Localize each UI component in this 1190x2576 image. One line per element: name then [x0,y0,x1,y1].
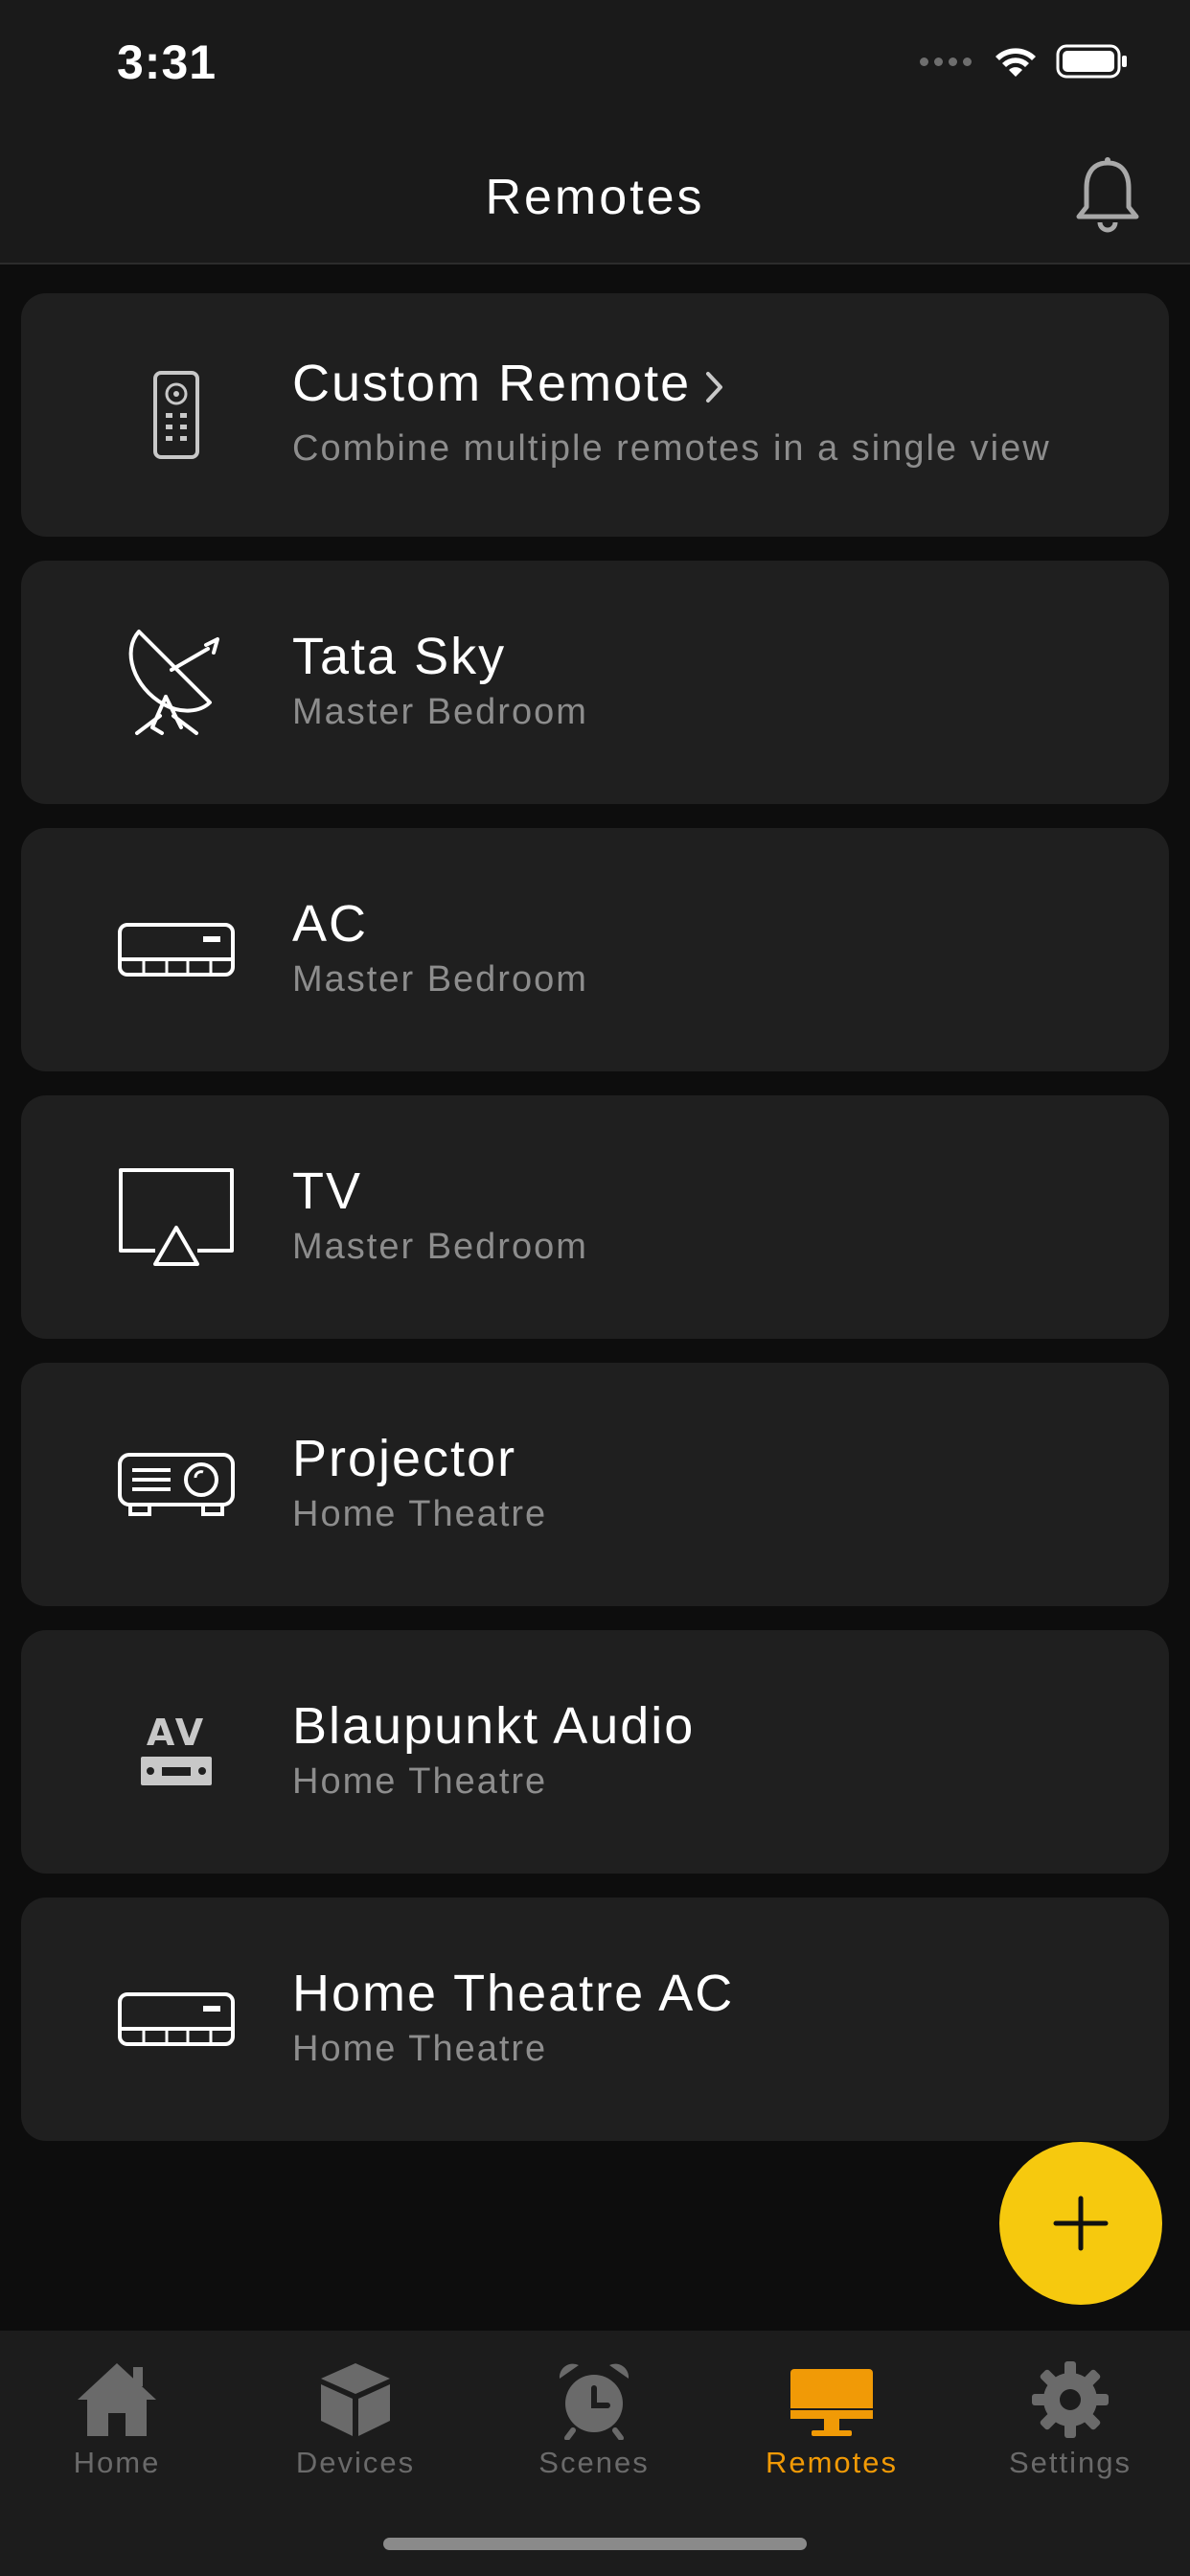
monitor-icon [790,2369,873,2436]
cube-icon [321,2363,390,2436]
remote-card-ac[interactable]: AC Master Bedroom [21,828,1169,1071]
tab-label: Devices [295,2446,416,2479]
chevron-right-icon [706,371,723,402]
remote-card-custom-remote[interactable]: Custom Remote Combine multiple remotes i… [21,293,1169,537]
remote-control-icon [153,371,199,459]
air-conditioner-icon [118,1992,235,2046]
remote-card-home-theatre-ac[interactable]: Home Theatre AC Home Theatre [21,1898,1169,2141]
remotes-list: Custom Remote Combine multiple remotes i… [21,293,1169,2165]
remote-subtitle: Master Bedroom [292,692,588,732]
tab-remotes[interactable]: Remotes [736,2344,927,2480]
tab-label: Scenes [538,2446,650,2479]
tab-scenes[interactable]: Scenes [498,2344,690,2480]
tab-label: Settings [1008,2446,1132,2479]
remote-title: Home Theatre AC [292,1965,735,2022]
remote-subtitle: Home Theatre [292,1761,548,1802]
tv-icon [119,1168,234,1266]
av-receiver-icon: AV [139,1714,214,1789]
remote-subtitle: Master Bedroom [292,959,588,1000]
bell-icon[interactable] [1067,153,1148,240]
status-icons [920,44,1129,79]
remote-subtitle: Home Theatre [292,1494,548,1534]
page-title: Remotes [485,170,705,225]
remote-title: Projector [292,1430,517,1487]
header: Remotes [0,134,1190,264]
remote-card-projector[interactable]: Projector Home Theatre [21,1363,1169,1606]
battery-icon [1056,44,1127,79]
status-bar: 3:31 [0,0,1190,134]
home-icon [78,2363,156,2436]
gear-icon [1032,2361,1109,2438]
add-remote-button[interactable] [999,2142,1162,2305]
remote-title: Blaupunkt Audio [292,1697,696,1755]
status-time: 3:31 [117,35,217,89]
signal-icon [920,57,972,66]
tab-label: Remotes [765,2446,899,2479]
tab-settings[interactable]: Settings [974,2344,1166,2480]
remote-subtitle: Combine multiple remotes in a single vie… [292,428,1051,469]
remote-title: TV [292,1162,363,1220]
wifi-icon [995,48,1036,77]
tab-label: Home [73,2446,161,2479]
remote-card-tata-sky[interactable]: Tata Sky Master Bedroom [21,561,1169,804]
satellite-dish-icon [128,630,219,735]
tab-devices[interactable]: Devices [260,2344,451,2480]
plus-icon [1053,2196,1109,2251]
remote-subtitle: Home Theatre [292,2029,548,2069]
tab-home[interactable]: Home [21,2344,213,2480]
remote-title: AC [292,895,369,953]
air-conditioner-icon [118,923,235,977]
home-indicator [383,2538,807,2550]
remote-title: Custom Remote [292,355,692,412]
remote-subtitle: Master Bedroom [292,1227,588,1267]
alarm-clock-icon [559,2363,629,2440]
remote-title: Tata Sky [292,628,507,685]
remote-card-blaupunkt-audio[interactable]: AV Blaupunkt Audio Home Theatre [21,1630,1169,1874]
projector-icon [118,1453,235,1516]
remote-card-tv[interactable]: TV Master Bedroom [21,1095,1169,1339]
tab-bar: Home Devices Scenes Remotes Settings [0,2331,1190,2576]
